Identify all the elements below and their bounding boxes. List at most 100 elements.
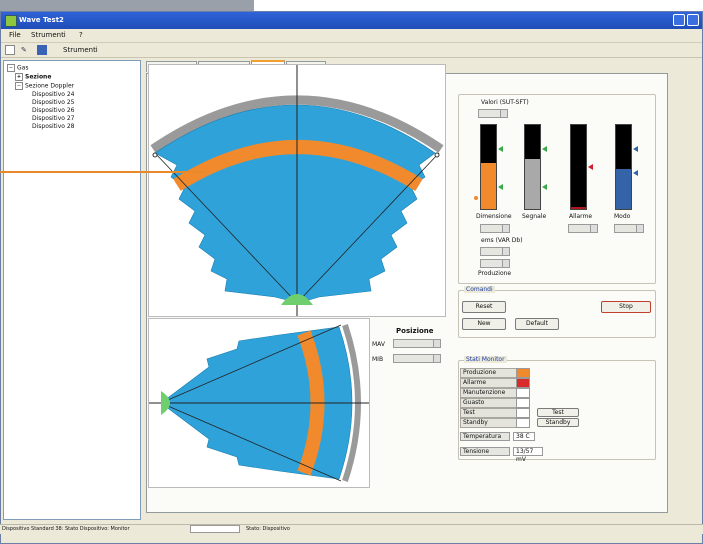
tree-item-label: Dispositivo 28 bbox=[32, 123, 75, 130]
status-bar: Dispositivo Standard 38: Stato Dispositi… bbox=[0, 524, 703, 534]
menu-file[interactable]: File bbox=[9, 31, 21, 39]
marker-icon bbox=[633, 146, 638, 152]
bar-value-field[interactable] bbox=[614, 224, 644, 233]
status-left-text: Dispositivo Standard 38: Stato Dispositi… bbox=[2, 526, 130, 532]
dot-marker-icon bbox=[474, 196, 478, 200]
bar-dimensione bbox=[480, 124, 497, 210]
top-decoration-strip bbox=[0, 0, 254, 11]
produzione-label: Produzione bbox=[478, 270, 512, 277]
side-origin-marker bbox=[161, 391, 170, 415]
tension-label: Tensione bbox=[460, 447, 510, 456]
tree-node-sezione[interactable]: + Sezione bbox=[15, 73, 51, 81]
status-row: Standby bbox=[460, 418, 610, 429]
bar-fill bbox=[525, 158, 540, 209]
ems-label: ems (VAR Db) bbox=[481, 237, 523, 244]
marker-icon bbox=[633, 170, 638, 176]
menu-strumenti[interactable]: Strumenti bbox=[31, 31, 66, 39]
spin-arrows-icon[interactable] bbox=[636, 225, 643, 232]
status-color-box bbox=[516, 378, 530, 388]
spin-arrows-icon[interactable] bbox=[433, 340, 440, 347]
tree-item-label: Dispositivo 24 bbox=[32, 91, 75, 98]
indicator-top-label: Valori (SUT-SFT) bbox=[481, 99, 529, 106]
temperature-value[interactable]: 38 C bbox=[513, 432, 535, 441]
tree-node-device[interactable]: Dispositivo 25 bbox=[32, 99, 74, 106]
bar-value-field[interactable] bbox=[480, 224, 510, 233]
status-color-box bbox=[516, 418, 530, 428]
mib-field[interactable] bbox=[393, 354, 441, 363]
bar-value-field[interactable] bbox=[568, 224, 598, 233]
stop-button[interactable]: Stop bbox=[601, 301, 651, 313]
mav-label: MAV bbox=[372, 341, 386, 348]
marker-icon bbox=[498, 184, 503, 190]
status-input[interactable] bbox=[190, 525, 240, 533]
ems-field[interactable] bbox=[480, 247, 510, 256]
marker-icon bbox=[542, 184, 547, 190]
tree-node-device[interactable]: Dispositivo 24 bbox=[32, 91, 74, 98]
spin-arrows-icon[interactable] bbox=[502, 260, 509, 267]
stati-monitor-title: Stati Monitor bbox=[464, 356, 507, 363]
menu-help[interactable]: ? bbox=[79, 31, 83, 39]
new-file-icon[interactable] bbox=[5, 45, 15, 55]
status-color-box bbox=[516, 408, 530, 418]
status-right-text: Stato: Dispositivo bbox=[246, 526, 290, 532]
bar-fill bbox=[481, 162, 496, 209]
bar-segnale bbox=[524, 124, 541, 210]
bar-allarme bbox=[570, 124, 587, 210]
bar-label: Dimensione bbox=[476, 213, 512, 220]
tree-node-device[interactable]: Dispositivo 26 bbox=[32, 107, 74, 114]
reset-button[interactable]: Reset bbox=[462, 301, 506, 313]
tree-node-doppler[interactable]: − Sezione Doppler bbox=[15, 82, 74, 90]
tree-node-root[interactable]: − Gas bbox=[7, 64, 28, 72]
status-color-box bbox=[516, 388, 530, 398]
marker-icon bbox=[542, 146, 547, 152]
device-tree[interactable]: − Gas + Sezione − Sezione Doppler Dispositi… bbox=[3, 60, 141, 520]
bar-modo bbox=[615, 124, 632, 210]
expand-icon[interactable]: − bbox=[15, 82, 23, 90]
status-color-box bbox=[516, 368, 530, 378]
tree-node-device[interactable]: Dispositivo 28 bbox=[32, 123, 74, 130]
toolbar: ✎ Strumenti bbox=[1, 43, 702, 58]
tree-item-label: Sezione Doppler bbox=[25, 82, 75, 90]
new-button[interactable]: New bbox=[462, 318, 506, 330]
tree-item-label: Sezione bbox=[25, 73, 52, 81]
title-bar: Wave Test2 bbox=[1, 12, 702, 29]
temperature-label: Temperatura bbox=[460, 432, 510, 441]
callout-line bbox=[0, 171, 206, 173]
save-icon[interactable] bbox=[37, 45, 47, 55]
produzione-field[interactable] bbox=[480, 259, 510, 268]
spin-arrows-icon[interactable] bbox=[502, 225, 509, 232]
default-button[interactable]: Default bbox=[515, 318, 559, 330]
open-icon[interactable]: ✎ bbox=[21, 45, 31, 55]
bar-fill bbox=[616, 168, 631, 209]
standby-button[interactable]: Standby bbox=[537, 418, 579, 427]
app-icon bbox=[5, 15, 17, 27]
spin-arrows-icon[interactable] bbox=[500, 110, 507, 117]
sector-view-top[interactable] bbox=[148, 64, 446, 317]
tree-item-label: Dispositivo 25 bbox=[32, 99, 75, 106]
tree-root-label: Gas bbox=[17, 64, 29, 72]
spin-arrows-icon[interactable] bbox=[502, 248, 509, 255]
window-title: Wave Test2 bbox=[19, 16, 64, 24]
sector-side-drawing bbox=[149, 324, 369, 482]
comandi-group: Comandi bbox=[458, 286, 656, 338]
mav-field[interactable] bbox=[393, 339, 441, 348]
indicator-top-field[interactable] bbox=[478, 109, 508, 118]
tree-item-label: Dispositivo 26 bbox=[32, 107, 75, 114]
expand-icon[interactable]: − bbox=[7, 64, 15, 72]
corner-marker-left bbox=[152, 152, 158, 158]
spin-arrows-icon[interactable] bbox=[590, 225, 597, 232]
bar-fill bbox=[571, 207, 586, 209]
sector-view-side[interactable] bbox=[148, 318, 370, 488]
tension-value[interactable]: 13/57 mV bbox=[513, 447, 543, 463]
sector-top-drawing bbox=[150, 65, 444, 316]
tree-node-device[interactable]: Dispositivo 27 bbox=[32, 115, 74, 122]
close-button[interactable] bbox=[687, 14, 699, 26]
marker-icon bbox=[588, 164, 593, 170]
menu-bar: File Strumenti ? bbox=[1, 29, 702, 43]
test-button[interactable]: Test bbox=[537, 408, 579, 417]
toolbar-label[interactable]: Strumenti bbox=[63, 45, 98, 55]
expand-icon[interactable]: + bbox=[15, 73, 23, 81]
bar-label: Segnale bbox=[522, 213, 547, 220]
spin-arrows-icon[interactable] bbox=[433, 355, 440, 362]
minimize-button[interactable] bbox=[673, 14, 685, 26]
